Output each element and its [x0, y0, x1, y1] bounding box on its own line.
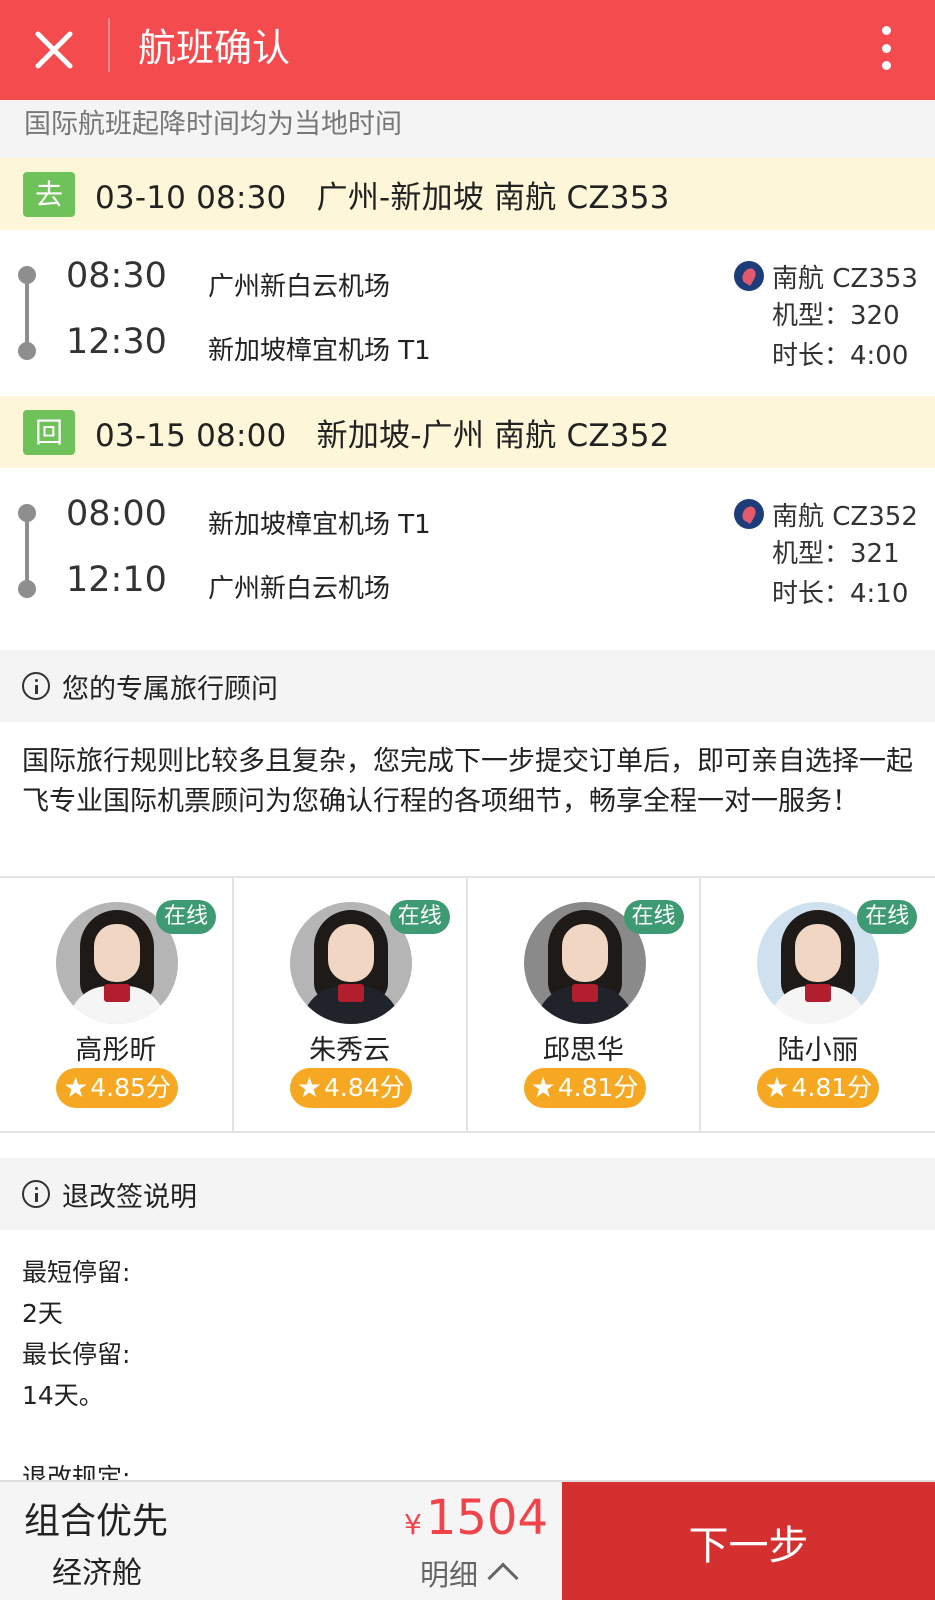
star-icon: ★: [63, 1071, 89, 1104]
policy-line: 退改规定:: [22, 1463, 131, 1480]
local-time-notice: 国际航班起降时间均为当地时间: [0, 100, 935, 158]
return-segment-details[interactable]: 08:00 新加坡樟宜机场 T1 12:10 广州新白云机场 南航 CZ352 …: [0, 468, 935, 636]
close-icon: [35, 31, 73, 69]
detail-label: 明细: [420, 1558, 479, 1592]
timeline-line: [25, 274, 29, 350]
advisor-name: 高彤昕: [75, 1035, 157, 1066]
bottom-action-bar: 组合优先 经济舱 ¥ 1504 明细 下一步: [0, 1480, 935, 1600]
advisor-card[interactable]: 在线 陆小丽 ★ 4.81分: [701, 878, 935, 1131]
advisor-rating: ★ 4.81分: [523, 1068, 646, 1108]
policy-section-title: 退改签说明: [0, 1158, 935, 1230]
rating-value: 4.85分: [90, 1073, 171, 1102]
cabin-class: 经济舱: [52, 1556, 142, 1591]
advisor-name: 朱秀云: [309, 1035, 391, 1066]
departure-dot: [18, 266, 36, 284]
arrival-dot: [18, 580, 36, 598]
policy-line: 2天: [22, 1299, 63, 1328]
advisor-name: 陆小丽: [777, 1035, 859, 1066]
policy-line: 最短停留:: [22, 1258, 131, 1287]
airline-flight-number: 南航 CZ352: [772, 501, 918, 532]
advisor-section-title: 您的专属旅行顾问: [0, 650, 935, 722]
next-step-button[interactable]: 下一步: [562, 1482, 935, 1600]
page-title: 航班确认: [138, 26, 291, 70]
star-icon: ★: [764, 1071, 790, 1104]
fare-name: 组合优先: [24, 1501, 169, 1542]
arrival-airport: 新加坡樟宜机场 T1: [208, 336, 431, 366]
policy-line: 最长停留:: [22, 1340, 131, 1369]
outbound-segment-details[interactable]: 08:30 广州新白云机场 12:30 新加坡樟宜机场 T1 南航 CZ353 …: [0, 230, 935, 398]
close-button[interactable]: [26, 22, 82, 78]
flight-timeline: [18, 266, 36, 360]
rating-value: 4.84分: [323, 1073, 405, 1102]
flight-duration: 时长：4:00: [772, 341, 909, 371]
airline-flight-number: 南航 CZ353: [772, 263, 918, 294]
online-badge: 在线: [857, 900, 918, 934]
info-icon: [22, 1180, 50, 1208]
airline-logo-icon: [734, 261, 764, 291]
return-segment-header: 回 03-15 08:00 新加坡-广州 南航 CZ352: [0, 396, 935, 468]
departure-time: 08:00: [66, 494, 167, 534]
aircraft-type: 机型：320: [772, 301, 900, 331]
arrival-time: 12:10: [66, 560, 167, 600]
star-icon: ★: [530, 1071, 556, 1104]
online-badge: 在线: [623, 900, 684, 934]
outbound-segment-header: 去 03-10 08:30 广州-新加坡 南航 CZ353: [0, 158, 935, 230]
price-detail-button[interactable]: 明细: [420, 1552, 519, 1594]
star-icon: ★: [296, 1071, 322, 1104]
departure-dot: [18, 504, 36, 522]
flight-timeline: [18, 504, 36, 598]
advisor-card[interactable]: 在线 邱思华 ★ 4.81分: [468, 878, 702, 1131]
policy-content: 最短停留: 2天 最长停留: 14天。 退改规定:: [0, 1230, 935, 1480]
advisor-name: 邱思华: [542, 1035, 624, 1066]
advisor-description: 国际旅行规则比较多且复杂，您完成下一步提交订单后，即可亲自选择一起飞专业国际机票…: [0, 722, 935, 876]
outbound-summary: 03-10 08:30 广州-新加坡 南航 CZ353: [95, 179, 670, 216]
outbound-tag: 去: [23, 171, 75, 217]
advisor-rating: ★ 4.84分: [289, 1068, 412, 1108]
return-summary: 03-15 08:00 新加坡-广州 南航 CZ352: [95, 417, 670, 454]
arrival-time: 12:30: [66, 322, 167, 362]
flight-info: 南航 CZ353 机型：320 时长：4:00: [734, 256, 934, 376]
online-badge: 在线: [389, 900, 450, 934]
total-price: ¥ 1504: [404, 1490, 548, 1546]
chevron-up-icon: [487, 1562, 519, 1594]
advisor-rating: ★ 4.81分: [757, 1068, 880, 1108]
price-amount: 1504: [425, 1490, 548, 1546]
policy-section-label: 退改签说明: [62, 1181, 197, 1213]
policy-line: [22, 1416, 913, 1457]
info-icon: [22, 672, 50, 700]
flight-info: 南航 CZ352 机型：321 时长：4:10: [734, 494, 934, 614]
rating-value: 4.81分: [557, 1073, 639, 1102]
more-options-button[interactable]: [871, 22, 901, 74]
arrival-dot: [18, 342, 36, 360]
top-app-bar: 航班确认: [0, 0, 935, 100]
return-tag: 回: [23, 409, 75, 455]
online-badge: 在线: [156, 900, 216, 934]
departure-time: 08:30: [66, 256, 167, 296]
currency-symbol: ¥: [404, 1508, 422, 1541]
more-vertical-icon-dot: [881, 43, 891, 53]
arrival-airport: 广州新白云机场: [208, 574, 391, 604]
departure-airport: 广州新白云机场: [208, 272, 391, 302]
flight-duration: 时长：4:10: [772, 579, 909, 609]
advisor-card[interactable]: 在线 高彤昕 ★ 4.85分: [0, 878, 234, 1131]
more-vertical-icon: [881, 26, 891, 35]
advisor-rating: ★ 4.85分: [56, 1068, 178, 1108]
more-vertical-icon-dot: [881, 61, 891, 70]
aircraft-type: 机型：321: [772, 539, 900, 569]
advisor-section-label: 您的专属旅行顾问: [62, 673, 278, 705]
header-divider: [108, 18, 110, 72]
advisor-list: 在线 高彤昕 ★ 4.85分 在线 朱秀云 ★ 4.84分 在线 邱思华 ★ 4…: [0, 876, 935, 1133]
rating-value: 4.81分: [791, 1073, 873, 1102]
policy-line: 14天。: [22, 1381, 104, 1410]
airline-logo-icon: [734, 499, 764, 529]
advisor-card[interactable]: 在线 朱秀云 ★ 4.84分: [234, 878, 468, 1131]
timeline-line: [25, 512, 29, 588]
departure-airport: 新加坡樟宜机场 T1: [208, 510, 431, 540]
